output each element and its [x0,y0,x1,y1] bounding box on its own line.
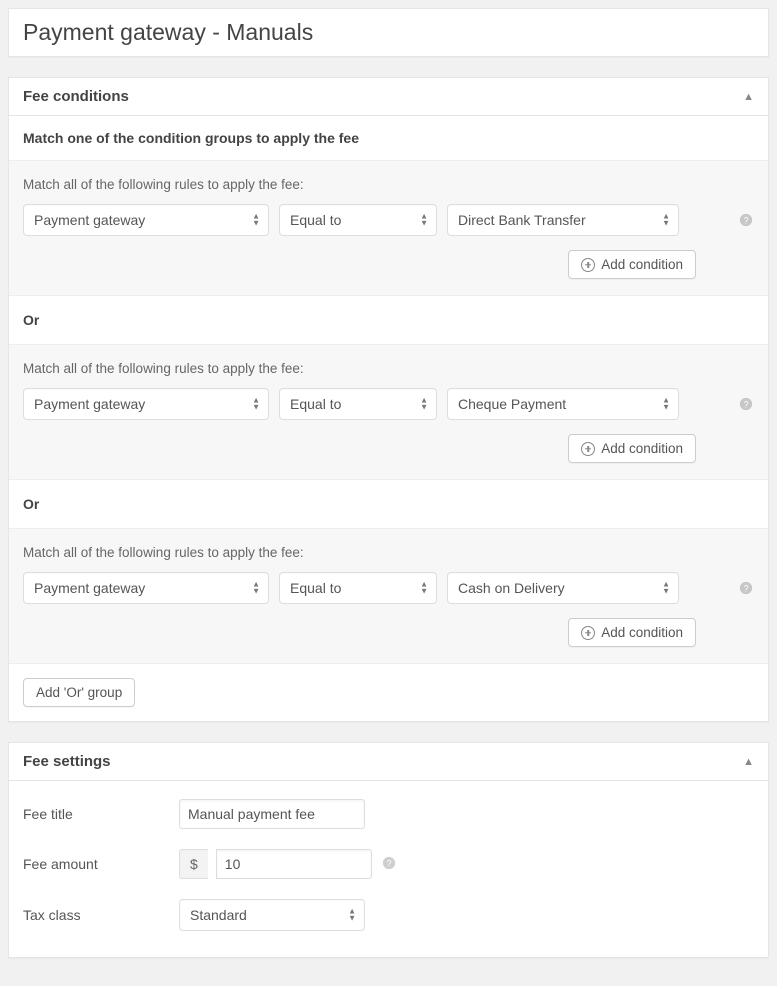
add-condition-button[interactable]: Add condition [568,250,696,279]
currency-symbol: $ [179,849,208,879]
rule-operator-value: Equal to [290,580,341,596]
rule-field-select[interactable]: Payment gateway ▲▼ [23,572,269,604]
plus-circle-icon [581,258,595,272]
condition-group: Match all of the following rules to appl… [9,161,768,296]
help-icon[interactable]: ? [738,212,754,228]
add-condition-button[interactable]: Add condition [568,434,696,463]
rule-field-select[interactable]: Payment gateway ▲▼ [23,388,269,420]
rule-field-select[interactable]: Payment gateway ▲▼ [23,204,269,236]
chevron-updown-icon: ▲▼ [662,398,670,411]
condition-group: Match all of the following rules to appl… [9,345,768,480]
rule-operator-value: Equal to [290,212,341,228]
chevron-updown-icon: ▲▼ [662,582,670,595]
chevron-updown-icon: ▲▼ [252,582,260,595]
fee-conditions-panel: Fee conditions ▲ Match one of the condit… [8,77,769,722]
page-title-panel: Payment gateway - Manuals [8,8,769,57]
fee-conditions-title: Fee conditions [23,88,129,105]
rule-operator-select[interactable]: Equal to ▲▼ [279,388,437,420]
rule-row: Payment gateway ▲▼ Equal to ▲▼ Direct Ba… [23,204,754,236]
fee-amount-input[interactable] [216,849,372,879]
fee-title-row: Fee title [23,789,754,839]
rule-field-value: Payment gateway [34,212,145,228]
chevron-updown-icon: ▲▼ [252,214,260,227]
fee-amount-row: Fee amount $ ? [23,839,754,889]
tax-class-label: Tax class [23,907,179,923]
rule-value-value: Direct Bank Transfer [458,212,586,228]
page-title: Payment gateway - Manuals [9,9,768,56]
add-condition-label: Add condition [601,441,683,456]
tax-class-value: Standard [190,907,247,923]
plus-circle-icon [581,442,595,456]
rule-field-value: Payment gateway [34,580,145,596]
or-separator: Or [9,296,768,345]
fee-amount-label: Fee amount [23,856,179,872]
plus-circle-icon [581,626,595,640]
help-icon[interactable]: ? [738,580,754,596]
or-separator: Or [9,480,768,529]
group-instruction: Match all of the following rules to appl… [23,177,754,192]
tax-class-select[interactable]: Standard ▲▼ [179,899,365,931]
chevron-updown-icon: ▲▼ [348,909,356,922]
rule-value-value: Cash on Delivery [458,580,565,596]
group-instruction: Match all of the following rules to appl… [23,361,754,376]
rule-row: Payment gateway ▲▼ Equal to ▲▼ Cheque Pa… [23,388,754,420]
add-condition-label: Add condition [601,257,683,272]
rule-row: Payment gateway ▲▼ Equal to ▲▼ Cash on D… [23,572,754,604]
svg-text:?: ? [744,216,749,226]
fee-conditions-subheader: Match one of the condition groups to app… [9,116,768,161]
fee-settings-header[interactable]: Fee settings ▲ [9,743,768,781]
rule-field-value: Payment gateway [34,396,145,412]
fee-settings-panel: Fee settings ▲ Fee title Fee amount $ ? … [8,742,769,958]
tax-class-row: Tax class Standard ▲▼ [23,889,754,941]
group-instruction: Match all of the following rules to appl… [23,545,754,560]
rule-operator-select[interactable]: Equal to ▲▼ [279,572,437,604]
rule-value-select[interactable]: Cash on Delivery ▲▼ [447,572,679,604]
add-or-group-label: Add 'Or' group [36,685,122,700]
condition-group: Match all of the following rules to appl… [9,529,768,664]
svg-text:?: ? [744,584,749,594]
fee-amount-input-group: $ [179,849,372,879]
rule-value-select[interactable]: Direct Bank Transfer ▲▼ [447,204,679,236]
fee-settings-body: Fee title Fee amount $ ? Tax class Stand… [9,781,768,957]
fee-title-input[interactable] [179,799,365,829]
svg-text:?: ? [386,858,391,868]
chevron-updown-icon: ▲▼ [662,214,670,227]
collapse-icon[interactable]: ▲ [743,91,754,103]
collapse-icon[interactable]: ▲ [743,756,754,768]
chevron-updown-icon: ▲▼ [420,398,428,411]
fee-title-label: Fee title [23,806,179,822]
add-condition-button[interactable]: Add condition [568,618,696,647]
svg-text:?: ? [744,400,749,410]
help-icon[interactable]: ? [382,856,396,873]
fee-settings-title: Fee settings [23,753,111,770]
rule-value-value: Cheque Payment [458,396,566,412]
add-or-group-button[interactable]: Add 'Or' group [23,678,135,707]
add-condition-label: Add condition [601,625,683,640]
rule-operator-value: Equal to [290,396,341,412]
help-icon[interactable]: ? [738,396,754,412]
fee-conditions-header[interactable]: Fee conditions ▲ [9,78,768,116]
chevron-updown-icon: ▲▼ [252,398,260,411]
rule-value-select[interactable]: Cheque Payment ▲▼ [447,388,679,420]
chevron-updown-icon: ▲▼ [420,582,428,595]
chevron-updown-icon: ▲▼ [420,214,428,227]
rule-operator-select[interactable]: Equal to ▲▼ [279,204,437,236]
